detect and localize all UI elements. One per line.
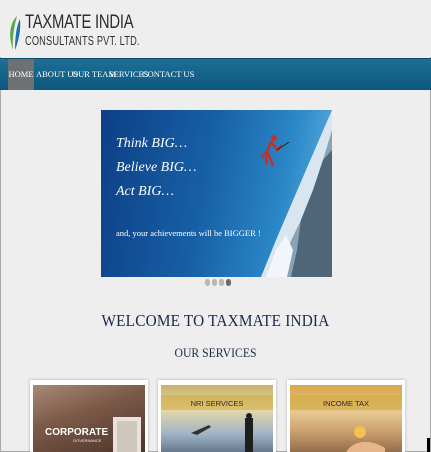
airplane-traveler-icon <box>191 413 253 452</box>
slider-pagination <box>205 279 233 287</box>
slider-dot[interactable] <box>205 279 210 286</box>
nav-item-home[interactable]: HOME <box>8 59 34 90</box>
brand-subname: CONSULTANTS PVT. LTD. <box>25 34 140 48</box>
brand-name: TAXMATE INDIA <box>25 12 134 33</box>
card-title: NRI SERVICES <box>190 399 244 408</box>
banner-tagline: and, your achievements will be BIGGER ! <box>116 228 261 238</box>
leaf-logo-icon <box>10 16 21 50</box>
card-title: INCOME TAX <box>323 399 369 408</box>
service-card-nri[interactable]: NRI SERVICES <box>158 380 276 452</box>
site-logo[interactable]: TAXMATE INDIA CONSULTANTS PVT. LTD. <box>8 12 139 54</box>
income-tax-image: INCOME TAX <box>290 385 402 452</box>
nav-item-our-team[interactable]: OUR TEAM <box>72 59 116 90</box>
slider-dot[interactable] <box>219 279 224 286</box>
gavel-icon <box>113 417 141 452</box>
card-subtitle: GOVERNANCE <box>73 438 102 443</box>
site-header: TAXMATE INDIA CONSULTANTS PVT. LTD. <box>0 0 431 57</box>
card-title: CORPORATE <box>45 427 109 438</box>
services-heading: OUR SERVICES <box>174 345 257 360</box>
hand-coin-icon <box>346 426 385 452</box>
nav-item-about-us[interactable]: ABOUT US <box>36 59 78 90</box>
banner-line-think: Think BIG… <box>116 136 188 151</box>
service-card-corporate[interactable]: CORPORATE GOVERNANCE <box>30 380 148 452</box>
nav-item-services[interactable]: SERVICES <box>109 59 148 90</box>
welcome-heading: WELCOME TO TAXMATE INDIA <box>101 311 330 330</box>
corporate-governance-image: CORPORATE GOVERNANCE <box>33 385 145 452</box>
main-nav: HOME ABOUT US OUR TEAM SERVICES CONTACT … <box>0 58 431 90</box>
nri-services-image: NRI SERVICES <box>161 385 273 452</box>
banner-line-act: Act BIG… <box>116 184 174 199</box>
scrollbar-edge <box>427 438 430 452</box>
service-card-income-tax[interactable]: INCOME TAX <box>287 380 405 452</box>
banner-line-believe: Believe BIG… <box>116 160 197 175</box>
slider-dot[interactable] <box>212 279 217 286</box>
slider-dot-active[interactable] <box>226 279 231 286</box>
hero-banner[interactable]: Think BIG… Believe BIG… Act BIG… and, yo… <box>101 110 332 277</box>
nav-item-contact-us[interactable]: CONTACT US <box>142 59 194 90</box>
